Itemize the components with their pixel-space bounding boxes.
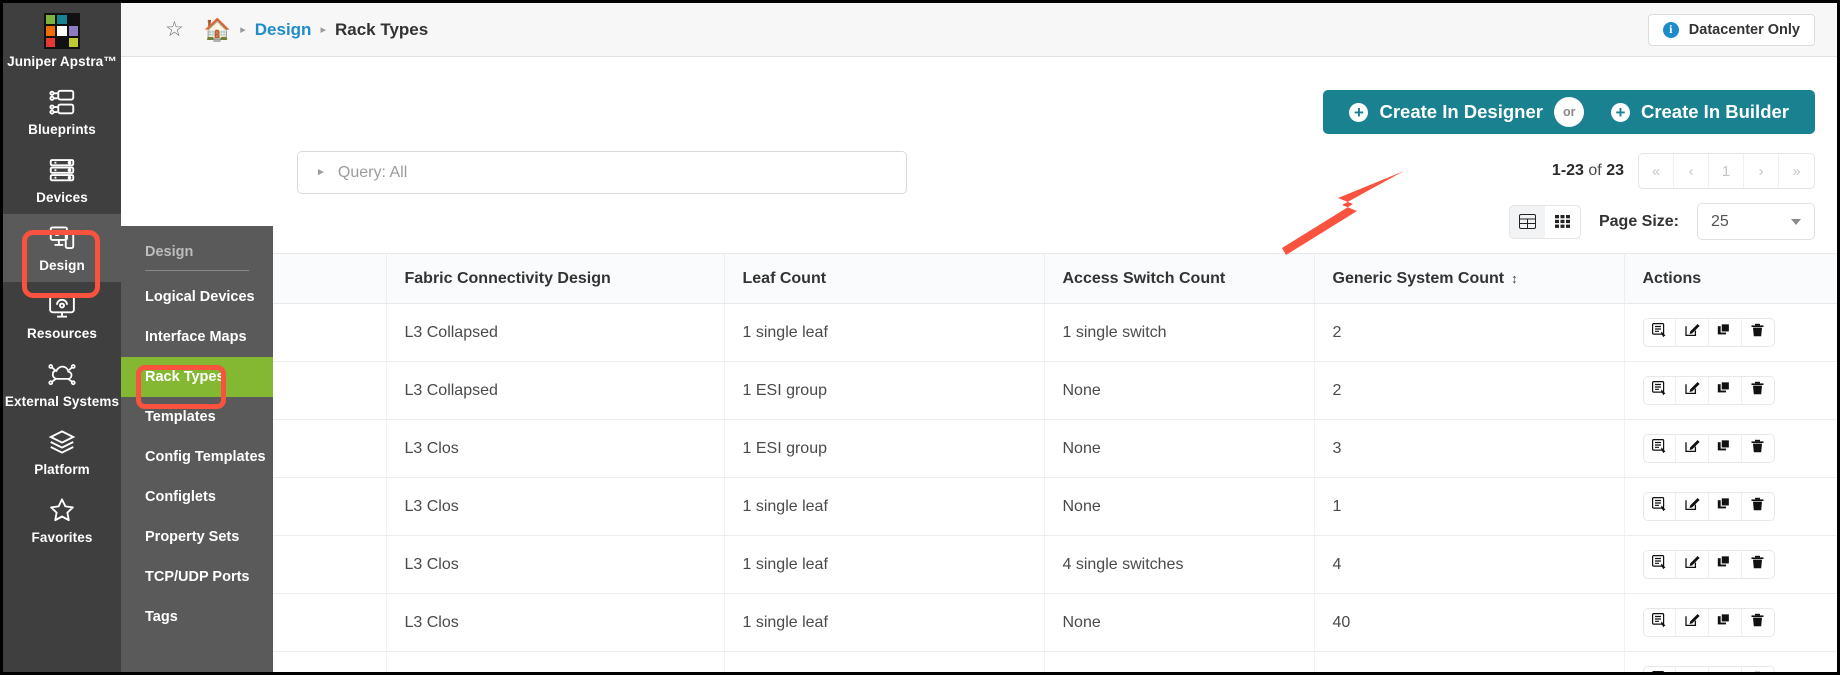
datacenter-only-label: Datacenter Only [1688,21,1800,38]
app-root: Juniper Apstra™ Blueprints Devices Desig… [0,0,1840,675]
breadcrumb-separator-2: ▸ [320,24,326,36]
breadcrumb-link-design[interactable]: Design [255,20,312,40]
design-icon [49,226,75,249]
info-icon: i [1662,21,1679,38]
sidebar-label-favorites: Favorites [31,530,93,545]
submenu-item-tcp-udp-ports[interactable]: TCP/UDP Ports [121,557,273,597]
primary-sidebar: Juniper Apstra™ Blueprints Devices Desig… [3,3,121,672]
create-in-designer-label: Create In Designer [1379,101,1543,122]
breadcrumb-bar: ☆ 🏠 ▸ Design ▸ Rack Types i Datacenter O… [121,3,1837,57]
design-submenu: Design Logical Devices Interface Maps Ra… [121,226,273,672]
submenu-item-templates[interactable]: Templates [121,397,273,437]
sidebar-label-external-systems: External Systems [4,394,120,409]
sidebar-item-resources[interactable]: Resources [3,282,121,350]
brand-logo[interactable]: Juniper Apstra™ [3,11,121,78]
page-title: Rack Types [334,19,429,39]
sidebar-item-design[interactable]: Design [3,214,121,282]
submenu-item-tags[interactable]: Tags [121,597,273,637]
create-button-group: + Create In Designer + Create In Builder… [1323,90,1815,134]
submenu-item-interface-maps[interactable]: Interface Maps [121,317,273,357]
submenu-item-configlets[interactable]: Configlets [121,477,273,517]
sidebar-label-platform: Platform [34,462,90,477]
create-in-builder-button[interactable]: + Create In Builder [1576,90,1815,134]
sidebar-label-blueprints: Blueprints [28,122,96,137]
devices-icon [49,159,75,182]
create-in-builder-label: Create In Builder [1640,101,1789,122]
sidebar-label-resources: Resources [27,326,97,341]
sidebar-label-devices: Devices [36,190,88,205]
platform-icon [48,430,76,454]
submenu-divider [145,270,249,271]
create-in-designer-button[interactable]: + Create In Designer [1323,90,1577,134]
plus-circle-icon: + [1349,102,1369,122]
sidebar-item-devices[interactable]: Devices [3,146,121,214]
sidebar-item-favorites[interactable]: Favorites [3,486,121,554]
sidebar-item-platform[interactable]: Platform [3,418,121,486]
submenu-item-logical-devices[interactable]: Logical Devices [121,277,273,317]
submenu-item-property-sets[interactable]: Property Sets [121,517,273,557]
datacenter-only-badge[interactable]: i Datacenter Only [1647,13,1815,46]
submenu-item-rack-types[interactable]: Rack Types [121,357,273,397]
resources-icon [49,295,75,318]
submenu-item-config-templates[interactable]: Config Templates [121,437,273,477]
submenu-title: Design [145,244,194,260]
star-icon[interactable]: ☆ [165,17,184,42]
favorites-icon [50,498,74,522]
sidebar-item-external-systems[interactable]: External Systems [3,350,121,418]
home-icon[interactable]: 🏠 [204,18,231,41]
breadcrumb-separator-1: ▸ [240,24,246,36]
or-separator: or [1554,97,1585,127]
sidebar-label-design: Design [39,258,85,273]
juniper-apstra-logo-icon [44,13,80,49]
blueprints-icon [49,89,75,115]
brand-label: Juniper Apstra™ [7,54,117,69]
sidebar-item-blueprints[interactable]: Blueprints [3,78,121,146]
plus-circle-icon: + [1610,102,1630,122]
external-systems-icon [48,364,76,386]
